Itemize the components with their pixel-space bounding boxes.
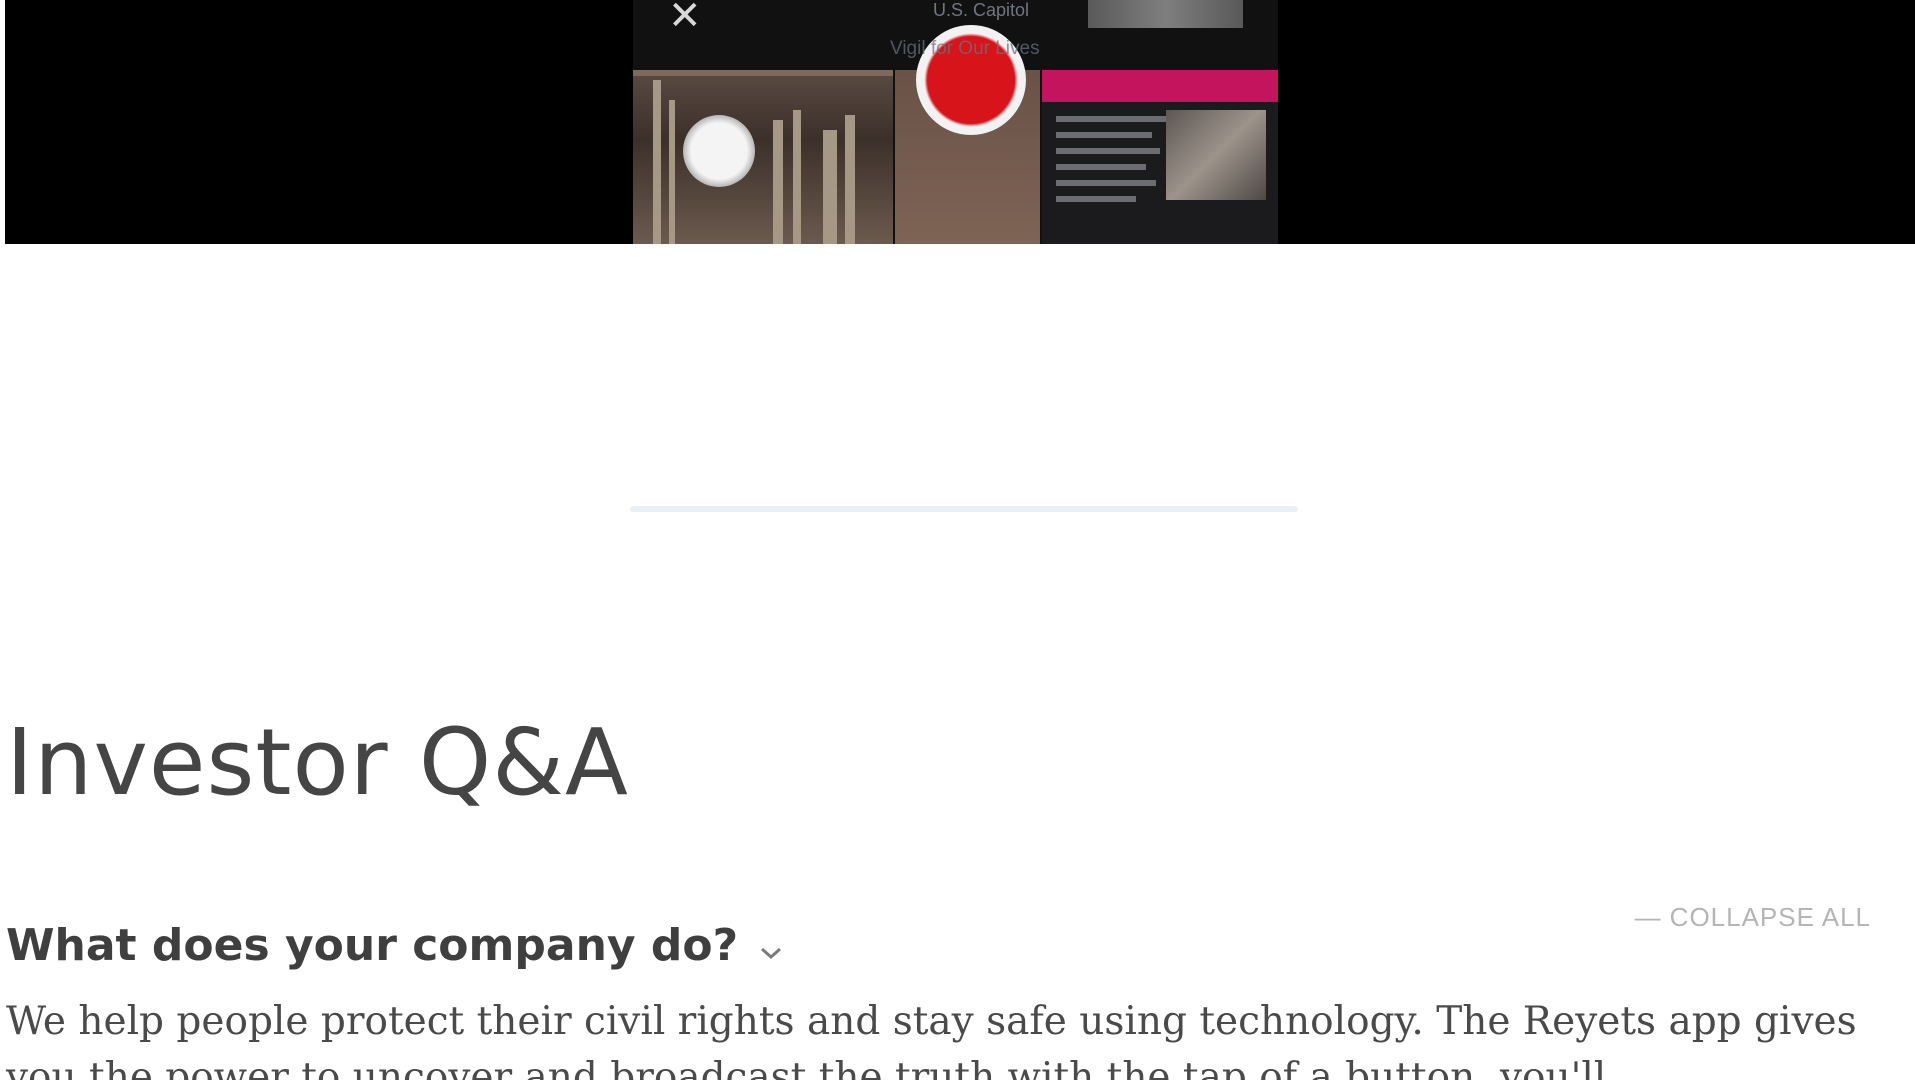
- section-title: Investor Q&A: [6, 709, 629, 816]
- faq-question[interactable]: What does your company do?: [6, 918, 784, 976]
- video-caption-title: Vigil for Our Lives: [890, 38, 1040, 59]
- stop-button-icon: [683, 115, 755, 187]
- close-icon[interactable]: ✕: [668, 0, 702, 36]
- collapse-all-button[interactable]: — COLLAPSE ALL: [1634, 902, 1871, 933]
- faq-answer: We help people protect their civil right…: [6, 999, 1857, 1080]
- thumb-top-strip: [1088, 0, 1243, 28]
- thumb-panel-article: [1042, 70, 1278, 244]
- video-banner[interactable]: U.S. Capitol Vigil for Our Lives ✕: [5, 0, 1915, 244]
- chevron-down-icon[interactable]: [758, 920, 784, 976]
- thumb-panel-bookshelf: [633, 70, 893, 244]
- faq-question-text: What does your company do?: [6, 920, 739, 971]
- video-thumbnail[interactable]: U.S. Capitol Vigil for Our Lives: [633, 0, 1278, 244]
- video-caption-location: U.S. Capitol: [933, 0, 1030, 20]
- page: U.S. Capitol Vigil for Our Lives ✕ Inves…: [0, 0, 1915, 1080]
- section-divider: [630, 506, 1298, 512]
- article-header-bar: [1042, 70, 1278, 102]
